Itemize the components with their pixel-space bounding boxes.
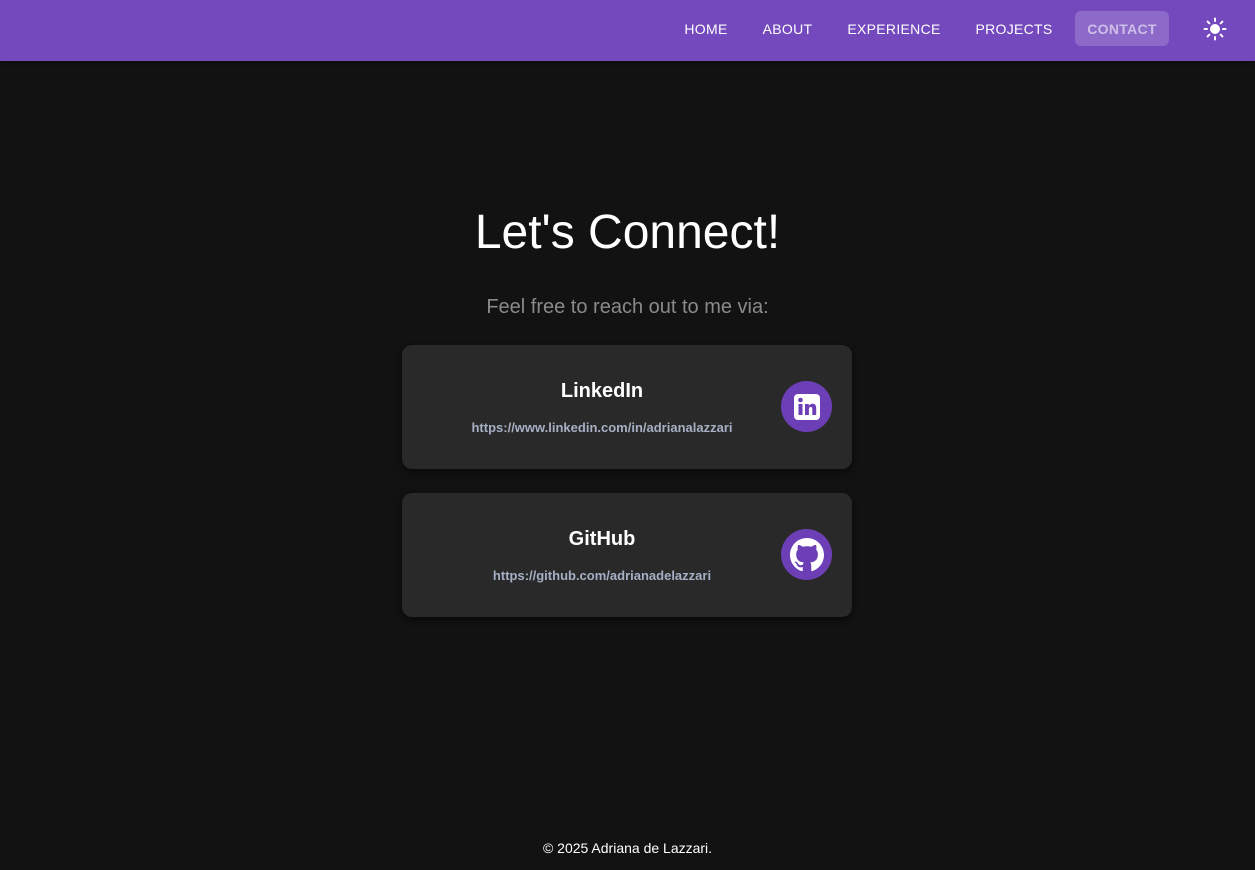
footer: © 2025 Adriana de Lazzari. — [542, 840, 713, 856]
github-card-title: GitHub — [568, 528, 636, 550]
sun-icon — [1203, 17, 1227, 41]
nav-home[interactable]: HOME — [672, 11, 740, 46]
github-url[interactable]: https://github.com/adrianadelazzari — [402, 568, 802, 583]
linkedin-glyph — [793, 393, 820, 420]
linkedin-icon[interactable] — [781, 381, 832, 432]
linkedin-url[interactable]: https://www.linkedin.com/in/adrianalazza… — [402, 420, 802, 435]
linkedin-card[interactable]: LinkedIn https://www.linkedin.com/in/adr… — [402, 345, 852, 469]
nav-projects[interactable]: PROJECTS — [964, 11, 1064, 46]
github-glyph — [789, 537, 824, 571]
navbar: HOME ABOUT EXPERIENCE PROJECTS CONTACT — [0, 0, 1255, 61]
linkedin-card-title: LinkedIn — [560, 380, 644, 402]
nav-experience[interactable]: EXPERIENCE — [835, 11, 953, 46]
github-card-text: GitHub https://github.com/adrianadelazza… — [402, 493, 802, 617]
page-subtitle: Feel free to reach out to me via: — [486, 296, 769, 318]
linkedin-card-text: LinkedIn https://www.linkedin.com/in/adr… — [402, 345, 802, 469]
github-icon[interactable] — [781, 529, 832, 580]
theme-toggle-button[interactable] — [1199, 13, 1231, 45]
nav-about[interactable]: ABOUT — [751, 11, 824, 46]
nav-contact[interactable]: CONTACT — [1075, 11, 1169, 46]
page-title: Let's Connect! — [474, 206, 781, 259]
github-card[interactable]: GitHub https://github.com/adrianadelazza… — [402, 493, 852, 617]
